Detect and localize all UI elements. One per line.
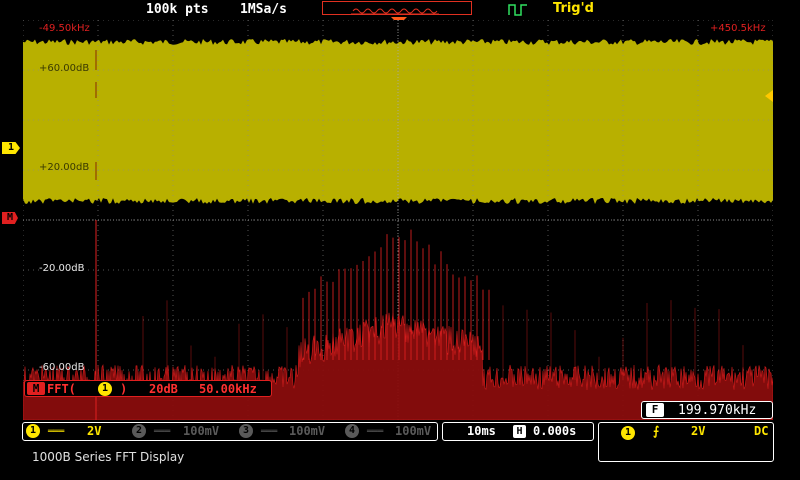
ch1-scale-label: +60.00dB xyxy=(39,63,90,74)
trigger-panel[interactable]: 1 ⨍ 2V DC xyxy=(598,422,774,462)
channel-status-bar[interactable]: 1 ═══ 2V 2 ═══ 100mV 3 ═══ 100mV 4 ═══ 1… xyxy=(22,422,438,441)
trigger-coupling[interactable]: DC xyxy=(754,424,768,438)
ch4-coupling-icon: ═══ xyxy=(367,427,384,437)
horizontal-position-badge: H xyxy=(513,425,526,438)
frequency-badge: F xyxy=(646,403,664,417)
fft-function-prefix: FFT( xyxy=(47,382,76,396)
fft-start-frequency: -49.50kHz xyxy=(39,23,90,34)
fft-vertical-scale: 20dB xyxy=(149,382,178,396)
memory-waveform-icon xyxy=(351,8,439,15)
timebase-scale[interactable]: 10ms xyxy=(467,424,496,438)
caption: 1000B Series FFT Display xyxy=(32,450,185,464)
memory-depth: 100k pts xyxy=(146,2,209,17)
waveform-display[interactable]: -49.50kHz +450.5kHz +60.00dB +20.00dB -2… xyxy=(23,20,773,420)
trigger-source-indicator: 1 xyxy=(621,426,635,440)
math-offset-marker[interactable]: M xyxy=(2,212,18,224)
ch2-indicator[interactable]: 2 xyxy=(132,424,146,438)
math-badge: M xyxy=(27,382,45,395)
ch4-scale[interactable]: 100mV xyxy=(395,424,431,438)
trigger-edge-icon xyxy=(508,4,527,16)
ch3-indicator[interactable]: 3 xyxy=(239,424,253,438)
waveform-area xyxy=(23,20,773,420)
math-scale-label: -20.00dB xyxy=(39,263,85,274)
math-scale-label: -60.00dB xyxy=(39,362,85,373)
ch1-offset-marker[interactable]: 1 xyxy=(2,142,20,154)
ch1-scale-label: +20.00dB xyxy=(39,162,90,173)
fft-end-frequency: +450.5kHz xyxy=(710,23,766,34)
trigger-level[interactable]: 2V xyxy=(691,424,705,438)
fft-source-channel: 1 xyxy=(98,382,112,396)
ch4-indicator[interactable]: 4 xyxy=(345,424,359,438)
rising-edge-icon: ⨍ xyxy=(653,424,660,438)
timebase-panel[interactable]: 10ms H 0.000s xyxy=(442,422,594,441)
fft-function-suffix: ) xyxy=(120,382,128,396)
fft-info-panel[interactable]: M FFT( 1 ) 20dB 50.00kHz xyxy=(24,380,272,397)
frequency-counter[interactable]: F 199.970kHz xyxy=(641,401,773,419)
timebase-offset[interactable]: 0.000s xyxy=(533,424,576,438)
ch3-scale[interactable]: 100mV xyxy=(289,424,325,438)
memory-overview[interactable] xyxy=(322,1,472,15)
ch1-indicator[interactable]: 1 xyxy=(26,424,40,438)
ch1-scale[interactable]: 2V xyxy=(87,424,101,438)
ch2-scale[interactable]: 100mV xyxy=(183,424,219,438)
fft-horizontal-scale: 50.00kHz xyxy=(199,382,257,396)
trigger-status: Trig'd xyxy=(553,1,594,16)
frequency-value: 199.970kHz xyxy=(678,403,757,418)
ch3-coupling-icon: ═══ xyxy=(261,427,278,437)
ch1-coupling-icon: ═══ xyxy=(48,427,65,437)
sample-rate: 1MSa/s xyxy=(240,2,287,17)
ch2-coupling-icon: ═══ xyxy=(154,427,171,437)
trigger-level-marker[interactable] xyxy=(765,90,773,102)
